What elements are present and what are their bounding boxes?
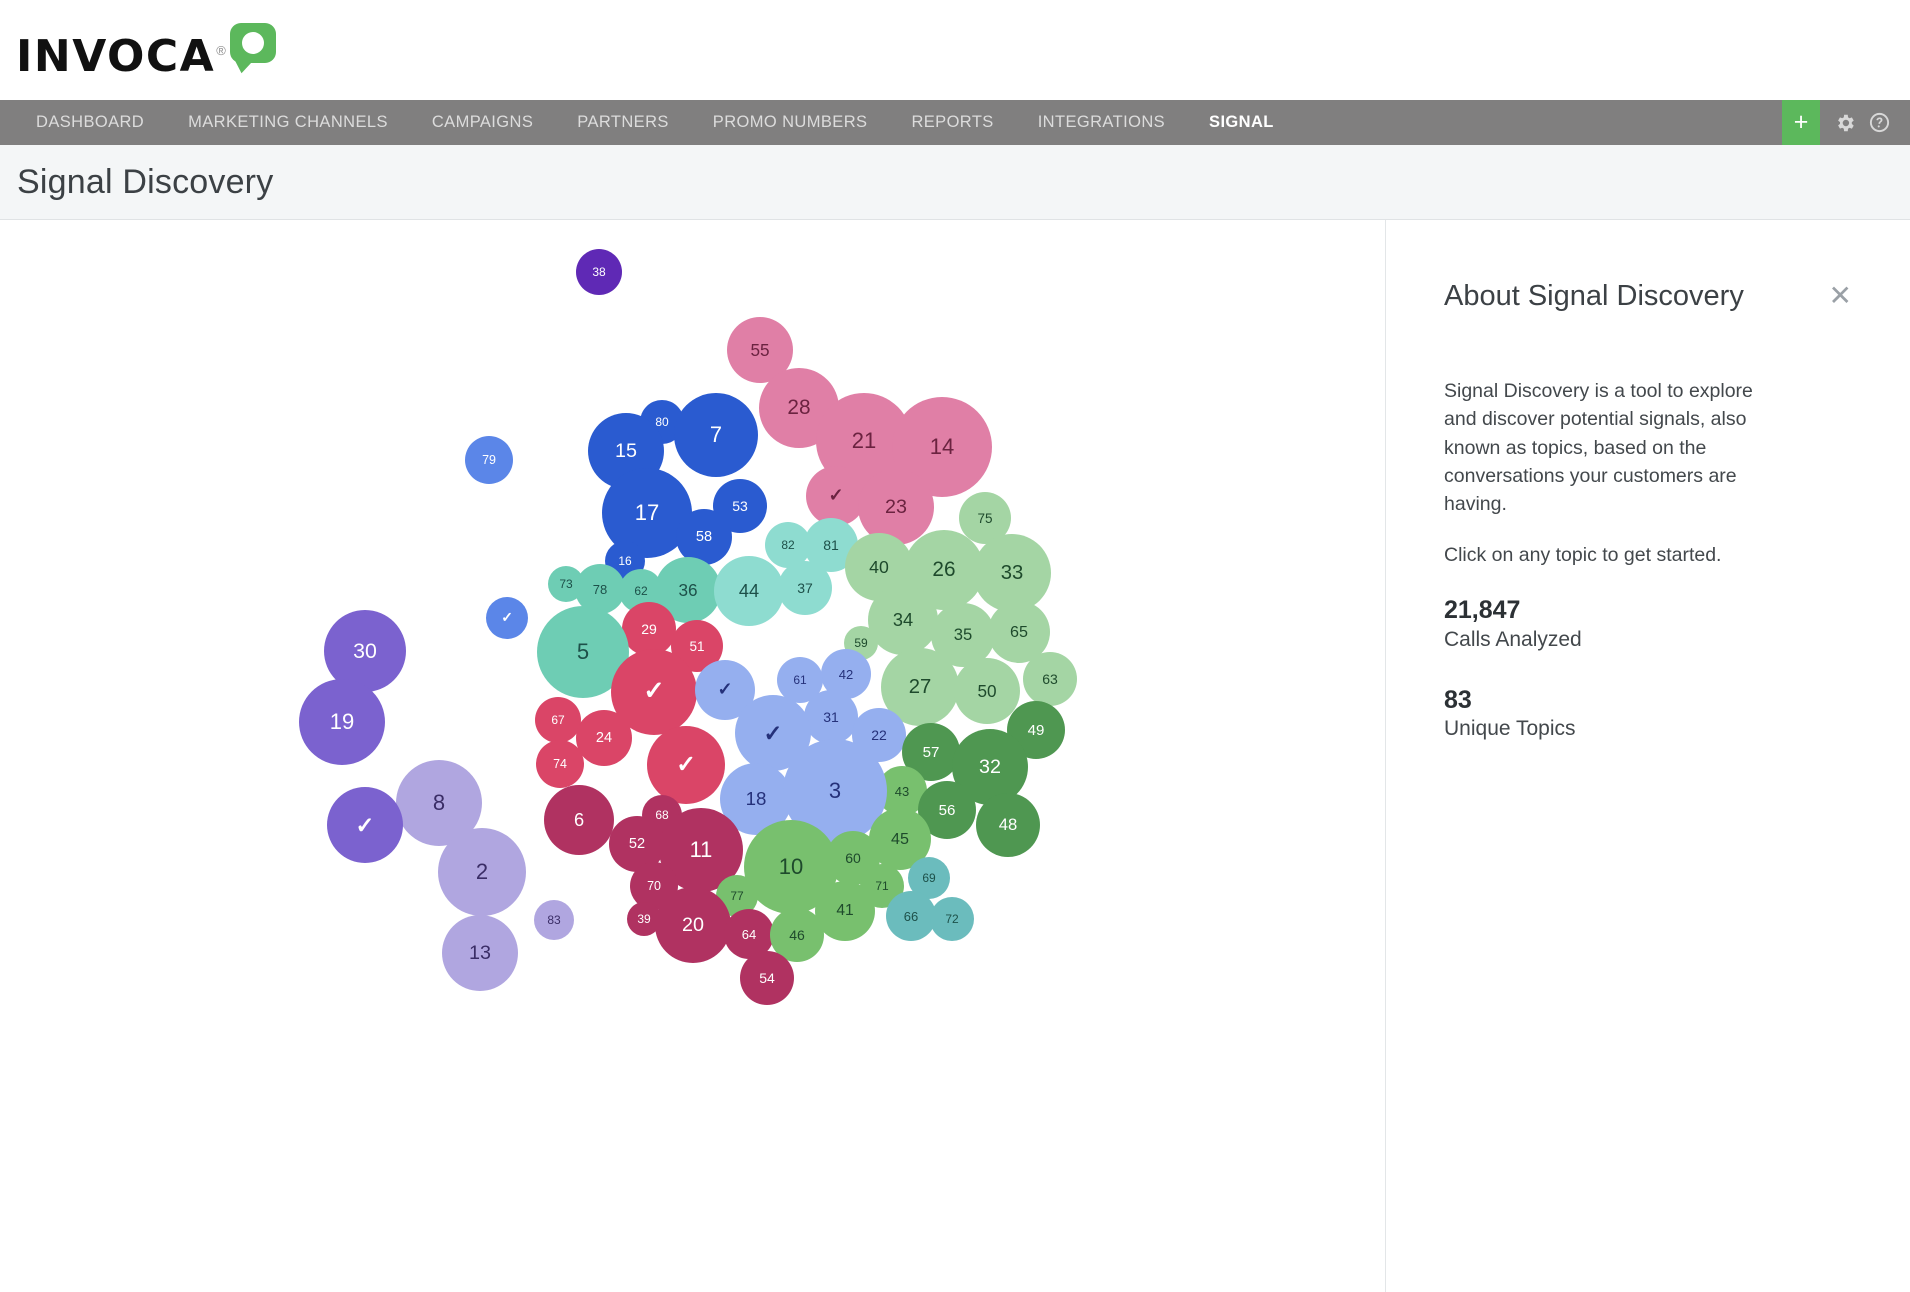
topic-bubble[interactable]: 33 bbox=[973, 534, 1051, 612]
nav-item-integrations[interactable]: INTEGRATIONS bbox=[1016, 100, 1187, 145]
topic-bubble[interactable]: 44 bbox=[714, 556, 784, 626]
nav-item-reports[interactable]: REPORTS bbox=[889, 100, 1015, 145]
topic-bubble[interactable]: 7 bbox=[674, 393, 758, 477]
topic-bubble[interactable]: 54 bbox=[740, 951, 794, 1005]
invoca-logo[interactable]: INVOCA ® bbox=[16, 21, 276, 79]
page-title: Signal Discovery bbox=[17, 162, 274, 201]
stat-value: 21,847 bbox=[1444, 596, 1521, 625]
topic-bubble[interactable]: 50 bbox=[954, 658, 1020, 724]
topic-bubble[interactable]: 74 bbox=[536, 740, 584, 788]
topic-bubble[interactable]: 48 bbox=[976, 793, 1040, 857]
panel-header: About Signal Discovery ✕ bbox=[1444, 280, 1858, 313]
nav-item-campaigns[interactable]: CAMPAIGNS bbox=[410, 100, 555, 145]
speech-bubble-icon bbox=[229, 23, 276, 63]
topic-bubble[interactable]: 66 bbox=[886, 891, 936, 941]
check-icon: ✓ bbox=[355, 811, 375, 838]
nav-item-signal[interactable]: SIGNAL bbox=[1187, 100, 1296, 145]
check-icon: ✓ bbox=[828, 485, 844, 506]
topic-bubble-chart[interactable]: 38 55 80 7 28 21 14 15 79 53 17 ✓ 23 75 58 82 81 40 26 33 16… bbox=[0, 220, 1385, 1292]
check-icon: ✓ bbox=[501, 610, 513, 626]
topic-bubble-selected[interactable]: ✓ bbox=[486, 597, 528, 639]
page-header: Signal Discovery bbox=[0, 145, 1910, 220]
logo-wordmark: INVOCA bbox=[16, 31, 216, 82]
logo-bar: INVOCA ® bbox=[0, 0, 1910, 100]
nav-item-promo-numbers[interactable]: PROMO NUMBERS bbox=[691, 100, 890, 145]
nav-item-dashboard[interactable]: DASHBOARD bbox=[14, 100, 166, 145]
topic-bubble-selected[interactable]: ✓ bbox=[806, 466, 866, 526]
gear-icon[interactable] bbox=[1828, 100, 1862, 145]
topic-bubble[interactable]: 37 bbox=[778, 561, 832, 615]
panel-cta-text: Click on any topic to get started. bbox=[1444, 544, 1722, 567]
topic-bubble[interactable]: 31 bbox=[804, 690, 858, 744]
topic-bubble[interactable]: 41 bbox=[815, 881, 875, 941]
topic-bubble[interactable]: 34 bbox=[868, 585, 938, 655]
add-button[interactable]: + bbox=[1782, 100, 1820, 145]
check-icon: ✓ bbox=[676, 751, 696, 778]
content-area: 38 55 80 7 28 21 14 15 79 53 17 ✓ 23 75 58 82 81 40 26 33 16… bbox=[0, 220, 1910, 1292]
topic-bubble[interactable]: 20 bbox=[655, 887, 731, 963]
nav-item-partners[interactable]: PARTNERS bbox=[555, 100, 691, 145]
topic-bubble[interactable]: 6 bbox=[544, 785, 614, 855]
topic-bubble[interactable]: 24 bbox=[576, 710, 632, 766]
topic-bubble-selected[interactable]: ✓ bbox=[327, 787, 403, 863]
topic-bubble[interactable]: 83 bbox=[534, 900, 574, 940]
topic-bubble[interactable]: 63 bbox=[1023, 652, 1077, 706]
topic-bubble[interactable]: 67 bbox=[535, 697, 581, 743]
main-navigation: DASHBOARD MARKETING CHANNELS CAMPAIGNS PART… bbox=[0, 100, 1910, 145]
nav-actions: + bbox=[1782, 100, 1910, 145]
topic-bubble[interactable]: 38 bbox=[576, 249, 622, 295]
check-icon: ✓ bbox=[717, 679, 733, 700]
panel-title: About Signal Discovery bbox=[1444, 280, 1744, 312]
panel-description: Signal Discovery is a tool to explore an… bbox=[1444, 380, 1753, 516]
check-icon: ✓ bbox=[763, 719, 783, 746]
stat-unique-topics: 83 Unique Topics bbox=[1444, 685, 1858, 743]
close-icon[interactable]: ✕ bbox=[1823, 280, 1858, 312]
about-panel: About Signal Discovery ✕ Signal Discover… bbox=[1385, 220, 1910, 1292]
stat-calls-analyzed: 21,847 Calls Analyzed bbox=[1444, 595, 1858, 653]
topic-bubble[interactable]: 29 bbox=[622, 602, 676, 656]
help-icon[interactable] bbox=[1862, 100, 1896, 145]
nav-item-marketing-channels[interactable]: MARKETING CHANNELS bbox=[166, 100, 410, 145]
topic-bubble[interactable]: 72 bbox=[930, 897, 974, 941]
stat-value: 83 bbox=[1444, 685, 1472, 714]
check-icon: ✓ bbox=[643, 677, 665, 706]
topic-bubble[interactable]: 19 bbox=[299, 679, 385, 765]
stat-label: Unique Topics bbox=[1444, 717, 1576, 741]
stat-label: Calls Analyzed bbox=[1444, 627, 1582, 651]
topic-bubble-selected[interactable]: ✓ bbox=[647, 726, 725, 804]
topic-bubble[interactable]: 13 bbox=[442, 915, 518, 991]
topic-bubble[interactable]: 79 bbox=[465, 436, 513, 484]
registered-mark: ® bbox=[216, 43, 226, 58]
topic-bubble[interactable]: 2 bbox=[438, 828, 526, 916]
